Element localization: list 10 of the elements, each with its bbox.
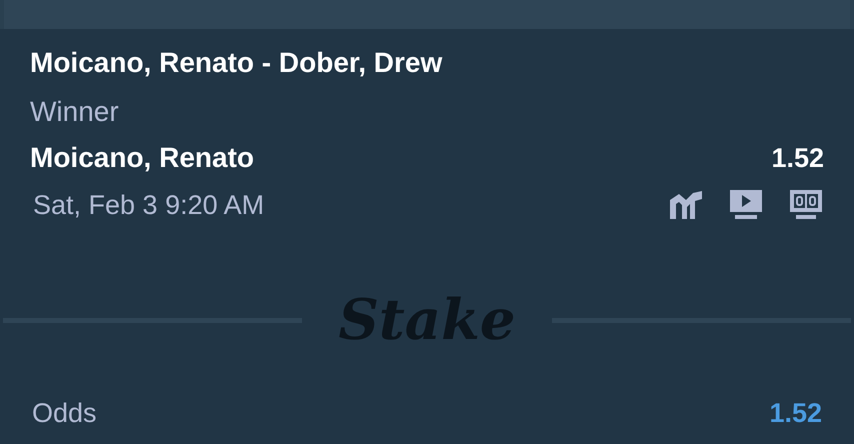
event-datetime: Sat, Feb 3 9:20 AM (33, 189, 264, 222)
stats-chart-icon[interactable] (669, 190, 703, 220)
scoreboard-icon[interactable] (789, 189, 823, 221)
odds-label: Odds (32, 397, 97, 430)
event-title: Moicano, Renato - Dober, Drew (30, 46, 444, 80)
play-screen-icon[interactable] (729, 189, 763, 221)
market-name: Winner (30, 95, 120, 129)
selection-name: Moicano, Renato (30, 141, 254, 175)
selection-odds: 1.52 (771, 142, 824, 175)
total-odds: 1.52 (769, 397, 822, 430)
